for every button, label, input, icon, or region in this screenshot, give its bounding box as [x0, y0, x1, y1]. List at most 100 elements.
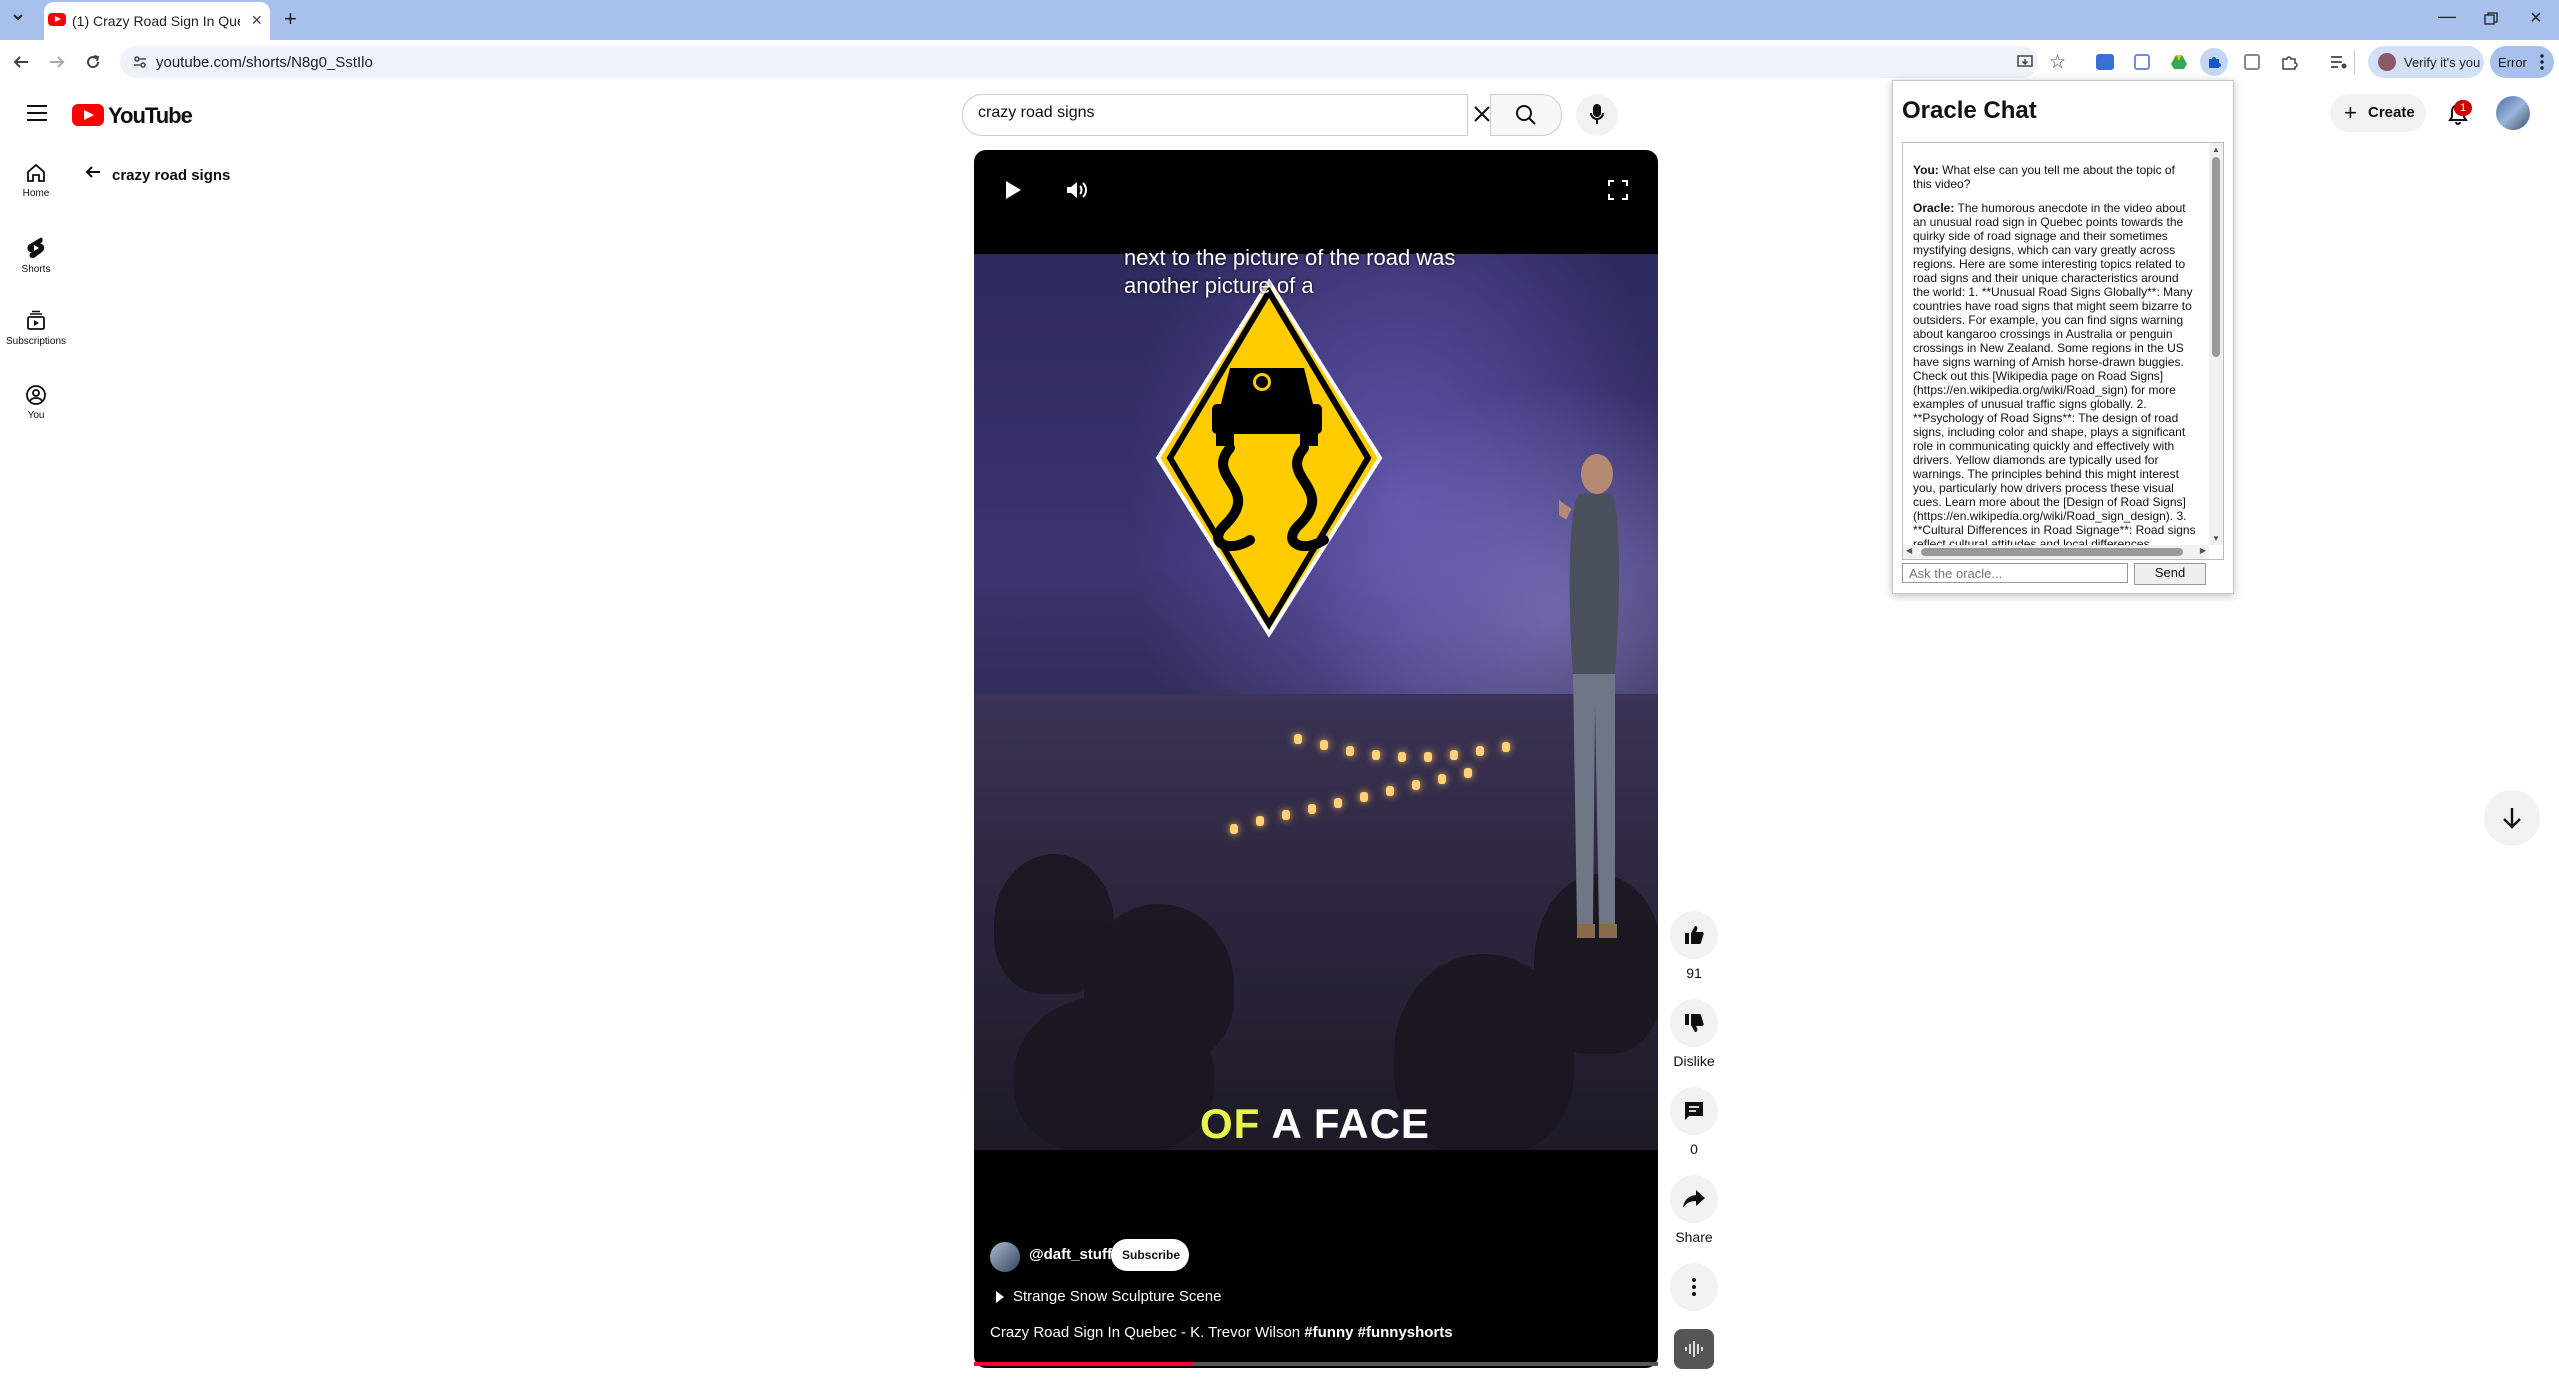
search-input-value[interactable]: crazy road signs — [978, 104, 1095, 122]
verify-label: Verify it's you — [2404, 55, 2481, 70]
sidebar-item-home[interactable]: Home — [0, 162, 72, 199]
stage-light — [1294, 734, 1302, 744]
stage-light — [1282, 810, 1290, 820]
video-caption: next to the picture of the road was anot… — [1124, 245, 1456, 298]
tab-title: (1) Crazy Road Sign In Quebec — [72, 13, 240, 29]
extension-1-icon[interactable] — [2096, 54, 2114, 70]
back-arrow-icon[interactable] — [12, 54, 30, 70]
reload-icon[interactable] — [84, 53, 102, 71]
video-title[interactable]: Crazy Road Sign In Quebec - K. Trevor Wi… — [990, 1324, 1453, 1341]
audience-silhouette — [1014, 994, 1214, 1150]
play-icon[interactable] — [1004, 180, 1022, 200]
oracle-vertical-scrollbar[interactable]: ▲ ▼ — [2209, 143, 2223, 545]
active-tab[interactable]: (1) Crazy Road Sign In Quebec × — [44, 2, 270, 40]
scroll-right-arrow-icon[interactable]: ▶ — [2200, 546, 2206, 555]
scroll-left-arrow-icon[interactable]: ◀ — [1906, 546, 1912, 555]
search-button[interactable] — [1490, 94, 1562, 136]
url-text[interactable]: youtube.com/shorts/N8g0_SstIlo — [156, 54, 373, 71]
minimize-icon[interactable]: — — [2438, 6, 2456, 27]
extensions-menu-icon[interactable] — [2280, 53, 2298, 71]
forward-arrow-icon[interactable] — [48, 54, 66, 70]
stage-light — [1476, 746, 1484, 756]
hamburger-menu-icon[interactable] — [26, 104, 48, 122]
dislike-button[interactable] — [1670, 999, 1718, 1047]
sound-thumbnail[interactable] — [1674, 1329, 1714, 1369]
channel-avatar[interactable] — [990, 1242, 1020, 1272]
sidebar-label-you: You — [27, 410, 45, 421]
puzzle-extension-icon[interactable] — [2206, 54, 2222, 70]
next-video-button[interactable] — [2484, 790, 2540, 846]
share-label: Share — [1675, 1229, 1713, 1245]
tab-close-icon[interactable]: × — [251, 10, 262, 31]
stage-light — [1464, 768, 1472, 778]
like-button[interactable] — [1670, 911, 1718, 959]
kebab-menu-icon[interactable] — [2540, 54, 2544, 70]
new-tab-icon[interactable]: + — [284, 6, 297, 32]
stage-light — [1320, 740, 1328, 750]
stage-light — [1372, 750, 1380, 760]
plus-icon: + — [2344, 100, 2357, 125]
youtube-favicon-icon — [48, 13, 66, 26]
more-actions-button[interactable] — [1670, 1263, 1718, 1311]
oracle-chat-log[interactable]: You: What else can you tell me about the… — [1902, 142, 2224, 560]
youtube-logo-text[interactable]: YouTube — [108, 103, 193, 129]
oracle-title: Oracle Chat — [1902, 97, 2037, 124]
voice-search-button[interactable] — [1576, 94, 1618, 136]
youtube-logo-icon[interactable] — [72, 104, 104, 126]
clear-search-icon[interactable] — [1472, 104, 1492, 124]
share-button[interactable] — [1670, 1175, 1718, 1223]
sidebar-item-shorts[interactable]: Shorts — [0, 236, 72, 275]
sidebar-label-shorts: Shorts — [21, 264, 51, 275]
fullscreen-icon[interactable] — [1608, 180, 1628, 200]
user-message: You: What else can you tell me about the… — [1913, 163, 2196, 191]
user-prefix: You: — [1913, 163, 1939, 177]
install-app-icon[interactable] — [2016, 53, 2034, 71]
sidebar-item-subscriptions[interactable]: Subscriptions — [0, 310, 72, 347]
comments-button[interactable] — [1670, 1087, 1718, 1135]
oracle-horizontal-scroll-thumb[interactable] — [1921, 548, 2183, 556]
comment-count: 0 — [1690, 1141, 1698, 1157]
oracle-send-button[interactable]: Send — [2134, 563, 2206, 585]
account-avatar[interactable] — [2496, 96, 2530, 130]
search-query-label[interactable]: crazy road signs — [112, 167, 230, 184]
bookmark-star-icon[interactable]: ☆ — [2049, 51, 2066, 74]
address-bar[interactable] — [120, 46, 2038, 78]
sidebar-item-you[interactable]: You — [0, 384, 72, 421]
oracle-message-text: The humorous anecdote in the video about… — [1913, 201, 2196, 551]
stage-light — [1450, 750, 1458, 760]
window-close-icon[interactable]: × — [2530, 7, 2542, 30]
tab-strip — [0, 0, 2559, 40]
shorts-icon — [27, 237, 45, 259]
sidebar-label-subscriptions: Subscriptions — [5, 336, 67, 347]
overlay-word-of: OF — [1200, 1100, 1261, 1147]
volume-icon[interactable] — [1066, 180, 1088, 200]
restore-icon[interactable] — [2484, 12, 2498, 26]
profile-avatar — [2378, 53, 2396, 71]
oracle-prefix: Oracle: — [1913, 201, 1955, 215]
scroll-up-arrow-icon[interactable]: ▲ — [2212, 145, 2220, 154]
oracle-horizontal-scrollbar[interactable]: ◀ ▶ — [1903, 545, 2209, 559]
you-icon — [26, 385, 46, 405]
media-controls-icon[interactable] — [2330, 54, 2348, 70]
stage-light — [1438, 774, 1446, 784]
oracle-vertical-scroll-thumb[interactable] — [2212, 157, 2220, 357]
stage-light — [1346, 746, 1354, 756]
video-title-hashtags[interactable]: #funny #funnyshorts — [1304, 1324, 1452, 1341]
extension-4-icon[interactable] — [2244, 54, 2260, 70]
music-track-label[interactable]: Strange Snow Sculpture Scene — [1013, 1288, 1221, 1305]
drive-extension-icon[interactable] — [2170, 54, 2188, 70]
tab-search-icon[interactable] — [10, 9, 26, 25]
back-to-search-icon[interactable] — [84, 164, 102, 180]
extension-2-icon[interactable] — [2134, 54, 2150, 70]
oracle-question-input[interactable] — [1902, 563, 2128, 583]
notification-count-badge: 1 — [2454, 100, 2472, 116]
channel-name[interactable]: @daft_stuff — [1029, 1246, 1112, 1263]
stage-light — [1308, 804, 1316, 814]
music-play-icon[interactable] — [995, 1290, 1005, 1304]
stage-light — [1334, 798, 1342, 808]
site-info-icon[interactable] — [132, 54, 148, 70]
stage-light — [1386, 786, 1394, 796]
create-label: Create — [2368, 104, 2415, 121]
stage-light — [1424, 752, 1432, 762]
scroll-down-arrow-icon[interactable]: ▼ — [2212, 534, 2220, 543]
